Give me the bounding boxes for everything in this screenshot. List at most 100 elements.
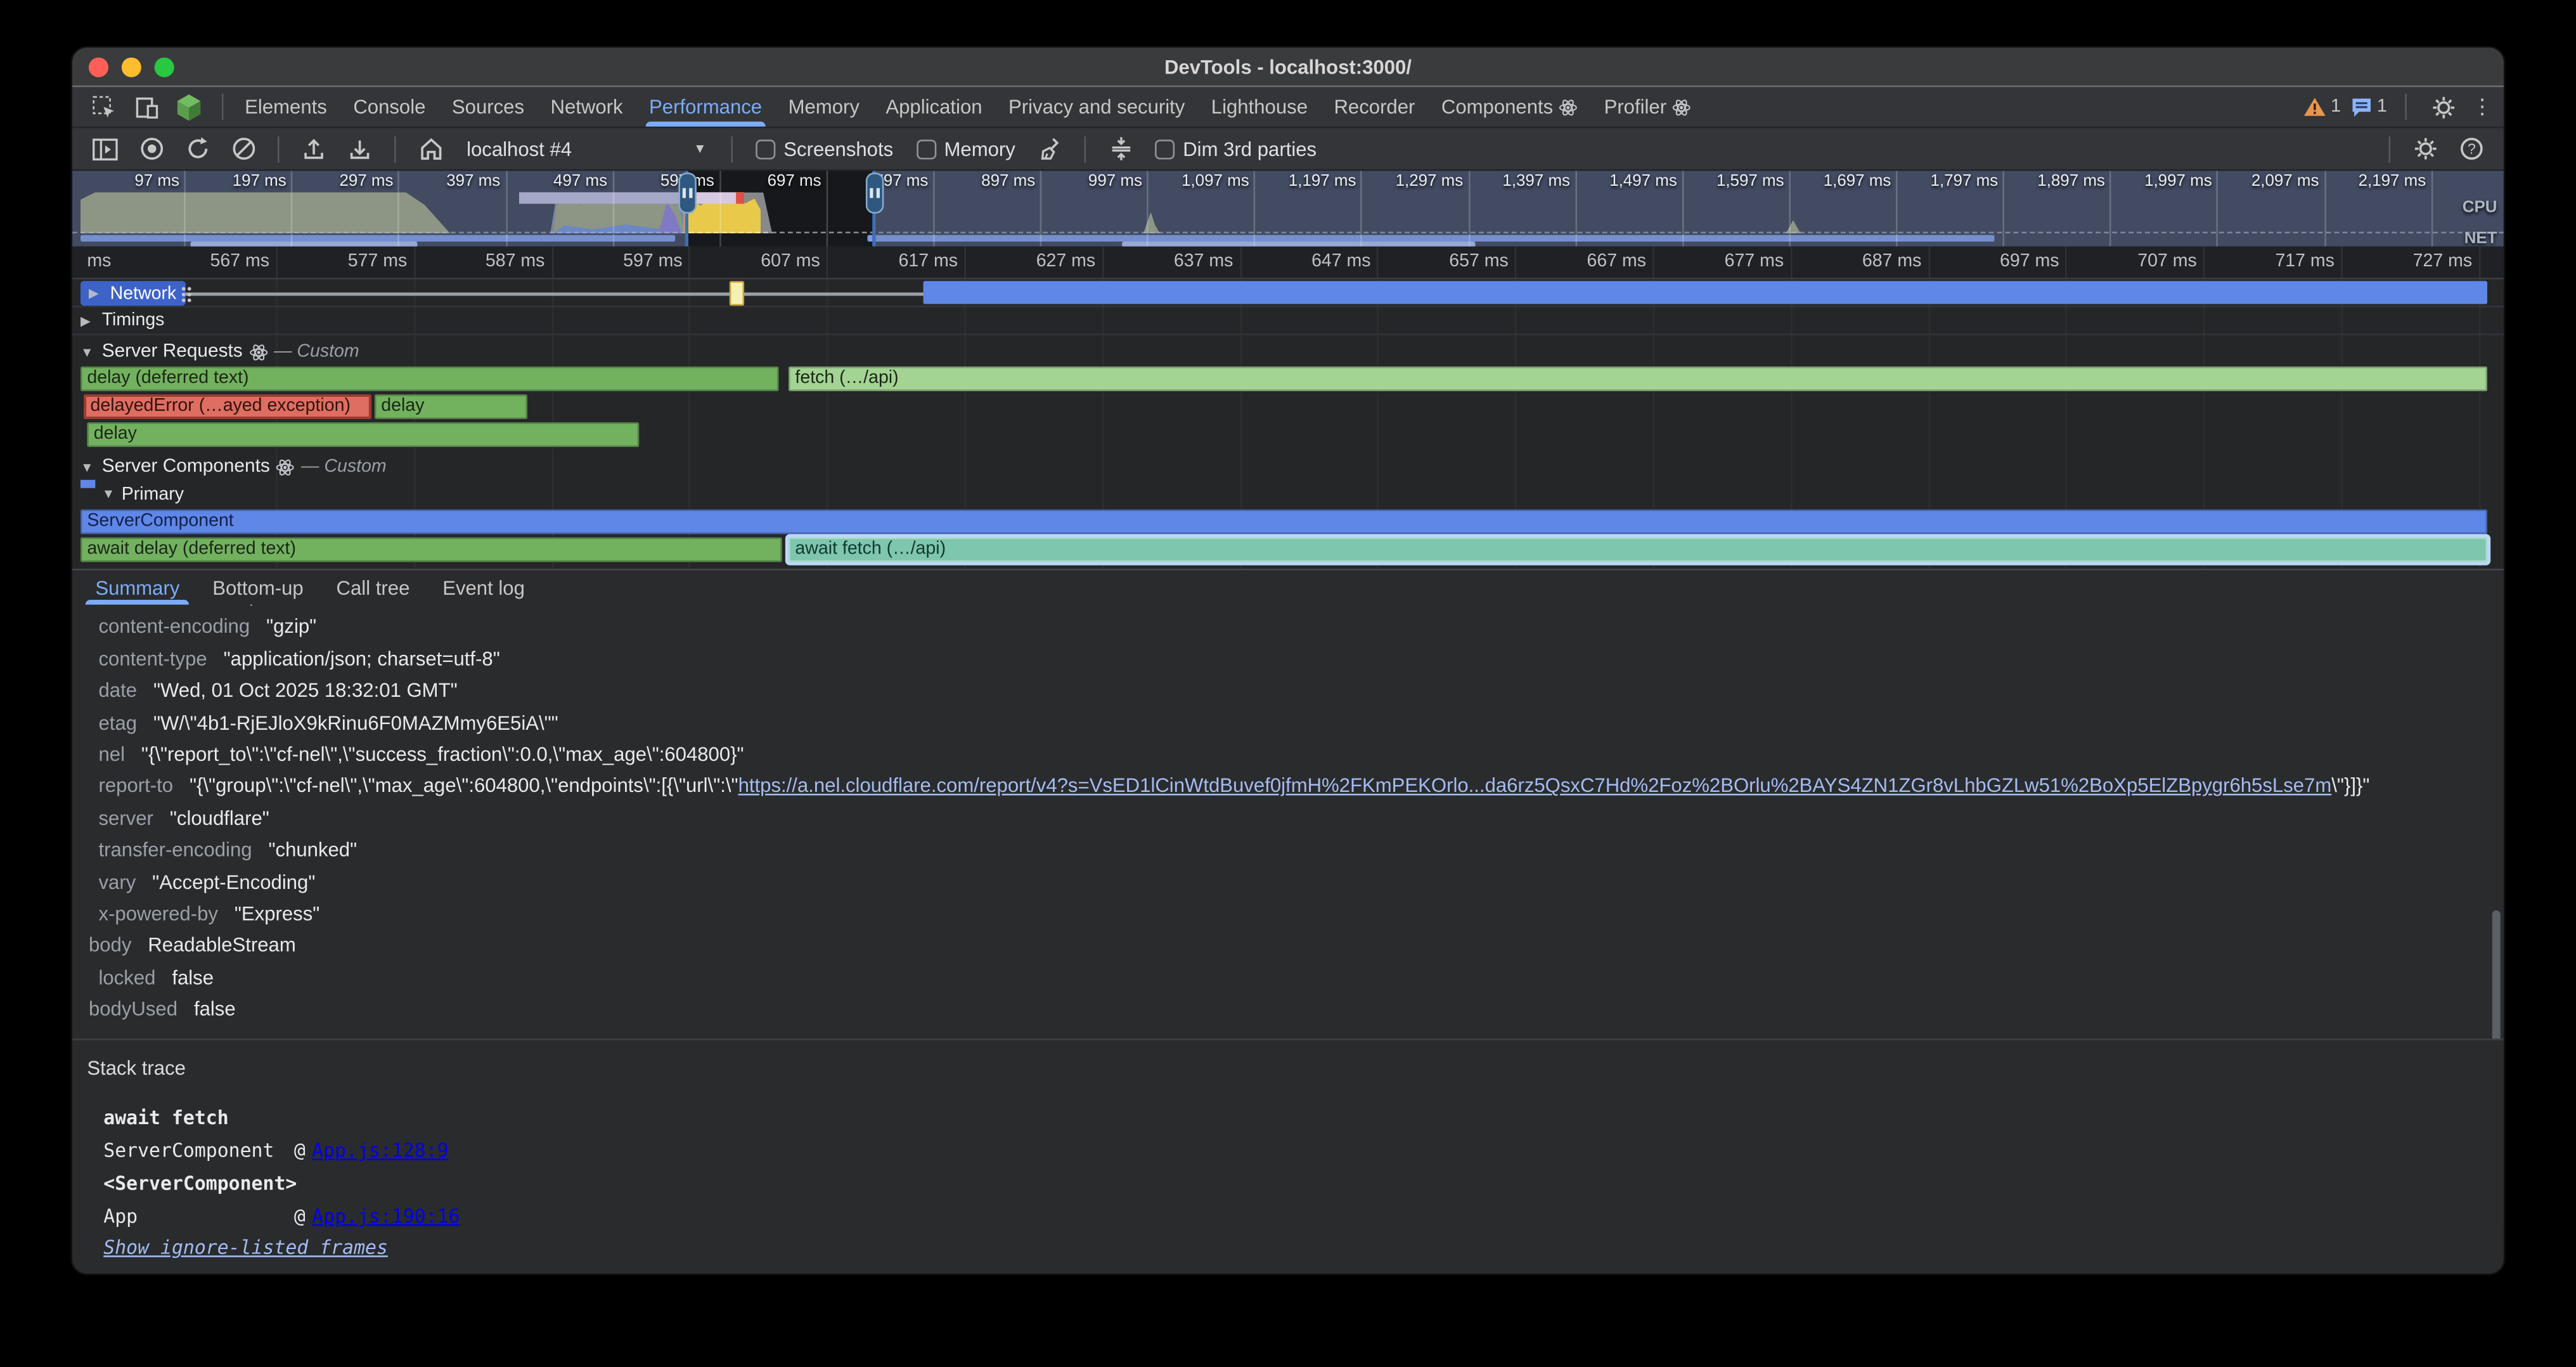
screenshots-checkbox[interactable]: Screenshots xyxy=(747,137,901,160)
network-request-bar[interactable] xyxy=(924,281,2487,304)
track-label-timings[interactable]: ▶ Timings xyxy=(72,308,174,333)
tab-memory[interactable]: Memory xyxy=(775,87,873,126)
detail-key: date xyxy=(99,679,138,702)
details-tab-bottom-up[interactable]: Bottom-up xyxy=(196,570,319,604)
server-requests-header[interactable]: ▼ Server Requests — Custom xyxy=(72,339,359,365)
scrollbar-thumb[interactable] xyxy=(2492,910,2501,1039)
detail-value: false xyxy=(194,997,236,1020)
profile-history-select[interactable]: localhost #4 ▼ xyxy=(457,133,717,165)
overview-tick-label: 1,297 ms xyxy=(1396,172,1468,191)
flame-bar-await-delay-deferred-text-[interactable]: await delay (deferred text) xyxy=(80,538,782,562)
overview-gridline xyxy=(1361,171,1363,247)
stack-frame-location-link[interactable]: App.js:190:16 xyxy=(312,1205,460,1228)
ruler-tick-label: 647 ms xyxy=(1311,252,1377,271)
tab-elements[interactable]: Elements xyxy=(231,87,340,126)
details-tab-event-log[interactable]: Event log xyxy=(426,570,541,604)
reload-record-icon[interactable] xyxy=(177,131,217,167)
overview-tick-label: 1,897 ms xyxy=(2037,172,2109,191)
inspect-icon[interactable] xyxy=(86,91,122,124)
garbage-collect-icon[interactable] xyxy=(1030,131,1069,167)
warning-count: 1 xyxy=(2331,97,2341,117)
ruler-tick-label: 567 ms xyxy=(210,252,276,271)
panel-settings-gear-icon[interactable] xyxy=(2405,131,2444,167)
tab-profiler[interactable]: Profiler xyxy=(1591,87,1704,126)
settings-gear-icon[interactable] xyxy=(2425,91,2461,124)
device-toolbar-icon[interactable] xyxy=(128,91,164,124)
detail-row-date: date"Wed, 01 Oct 2025 18:32:01 GMT" xyxy=(72,679,2504,711)
flame-bar-delayederror-ayed-exception-[interactable]: delayedError (…ayed exception) xyxy=(84,394,371,419)
flame-bar-delay[interactable]: delay xyxy=(375,394,527,419)
detail-value: "gzip" xyxy=(266,615,316,638)
tab-recorder[interactable]: Recorder xyxy=(1321,87,1428,126)
collapse-icon[interactable] xyxy=(1101,131,1140,167)
divider xyxy=(2405,94,2407,120)
stack-frame-title: await fetch xyxy=(103,1106,228,1129)
overview-tick-label: 997 ms xyxy=(1088,172,1147,191)
help-icon[interactable]: ? xyxy=(2451,131,2490,167)
server-components-header[interactable]: ▼ Server Components — Custom xyxy=(72,453,387,479)
upload-profile-icon[interactable] xyxy=(294,131,333,167)
primary-subtrack-header[interactable]: ▼ Primary xyxy=(72,481,184,506)
timeline-overview[interactable]: 97 ms197 ms297 ms397 ms497 ms597 ms697 m… xyxy=(72,171,2504,247)
details-tab-summary[interactable]: Summary xyxy=(79,570,196,604)
dim-3rd-parties-checkbox[interactable]: Dim 3rd parties xyxy=(1147,137,1325,160)
maximize-button[interactable] xyxy=(155,56,174,76)
close-button[interactable] xyxy=(89,56,108,76)
stack-frame-at: @ xyxy=(294,1139,306,1162)
ruler-tick-label: 677 ms xyxy=(1725,252,1791,271)
tab-components[interactable]: Components xyxy=(1428,87,1591,126)
overview-gridline xyxy=(2431,171,2433,247)
flame-bar-await-fetch-api-[interactable]: await fetch (…/api) xyxy=(789,538,2487,562)
tab-privacy-and-security[interactable]: Privacy and security xyxy=(995,87,1198,126)
record-icon[interactable] xyxy=(131,131,171,167)
stack-frame: <ServerComponent> xyxy=(87,1167,2504,1200)
ruler-tick-label: 587 ms xyxy=(486,252,551,271)
overview-gridline xyxy=(505,171,507,247)
flame-bar-fetch-api-[interactable]: fetch (…/api) xyxy=(789,366,2487,391)
tab-performance[interactable]: Performance xyxy=(636,87,775,126)
stack-frame: App@App.js:190:16 xyxy=(87,1200,2504,1233)
selection-handle-left[interactable]: ❚❚ xyxy=(678,172,696,214)
toggle-sidebar-icon[interactable] xyxy=(86,131,125,167)
stack-frame-title: <ServerComponent> xyxy=(103,1172,297,1195)
overview-gridline xyxy=(1789,171,1791,247)
show-ignore-listed-frames-link[interactable]: Show ignore-listed frames xyxy=(103,1236,388,1259)
flame-bar-servercomponent[interactable]: ServerComponent xyxy=(80,509,2487,534)
tab-console[interactable]: Console xyxy=(340,87,439,126)
details-tab-call-tree[interactable]: Call tree xyxy=(320,570,427,604)
chevron-down-icon: ▼ xyxy=(693,141,707,156)
memory-checkbox[interactable]: Memory xyxy=(908,137,1023,160)
network-track-title: Network xyxy=(110,283,177,303)
tab-network[interactable]: Network xyxy=(538,87,636,126)
network-request-selected[interactable] xyxy=(730,281,744,306)
minimize-button[interactable] xyxy=(122,56,141,76)
overview-tick-label: 1,097 ms xyxy=(1182,172,1254,191)
warning-badge[interactable]: 1 xyxy=(2303,97,2341,117)
more-options-kebab-icon[interactable]: ⋮ xyxy=(2471,94,2494,120)
stack-frame-location-link[interactable]: App.js:128:9 xyxy=(312,1139,448,1162)
ruler-gridline xyxy=(276,247,278,278)
stack-trace-title: Stack trace xyxy=(87,1057,2504,1080)
report-to-link[interactable]: https://a.nel.cloudflare.com/report/v4?s… xyxy=(738,775,2332,798)
checkbox-box xyxy=(756,139,775,159)
flame-bar-delay-deferred-text-[interactable]: delay (deferred text) xyxy=(80,366,779,391)
detail-value: "{\"group\":\"cf-nel\",\"max_age\":60480… xyxy=(190,775,2369,798)
clear-icon[interactable] xyxy=(223,131,262,167)
overview-gridline xyxy=(2003,171,2005,247)
detail-key: locked xyxy=(99,966,156,988)
download-profile-icon[interactable] xyxy=(340,131,380,167)
track-resize-grip[interactable] xyxy=(181,286,192,302)
detail-value-suffix: \"}]}" xyxy=(2331,775,2369,798)
tab-lighthouse[interactable]: Lighthouse xyxy=(1198,87,1321,126)
overview-gridline xyxy=(1896,171,1898,247)
flame-bar-delay[interactable]: delay xyxy=(87,422,639,447)
message-badge[interactable]: 1 xyxy=(2351,97,2387,117)
track-label-network[interactable]: ▶ Network xyxy=(80,281,186,306)
overview-tick-label: 1,197 ms xyxy=(1289,172,1361,191)
selection-handle-right[interactable]: ❚❚ xyxy=(865,172,884,214)
ruler-gridline xyxy=(414,247,416,278)
tab-sources[interactable]: Sources xyxy=(439,87,538,126)
home-icon[interactable] xyxy=(411,131,450,167)
node-icon[interactable] xyxy=(171,91,207,124)
tab-application[interactable]: Application xyxy=(873,87,996,126)
